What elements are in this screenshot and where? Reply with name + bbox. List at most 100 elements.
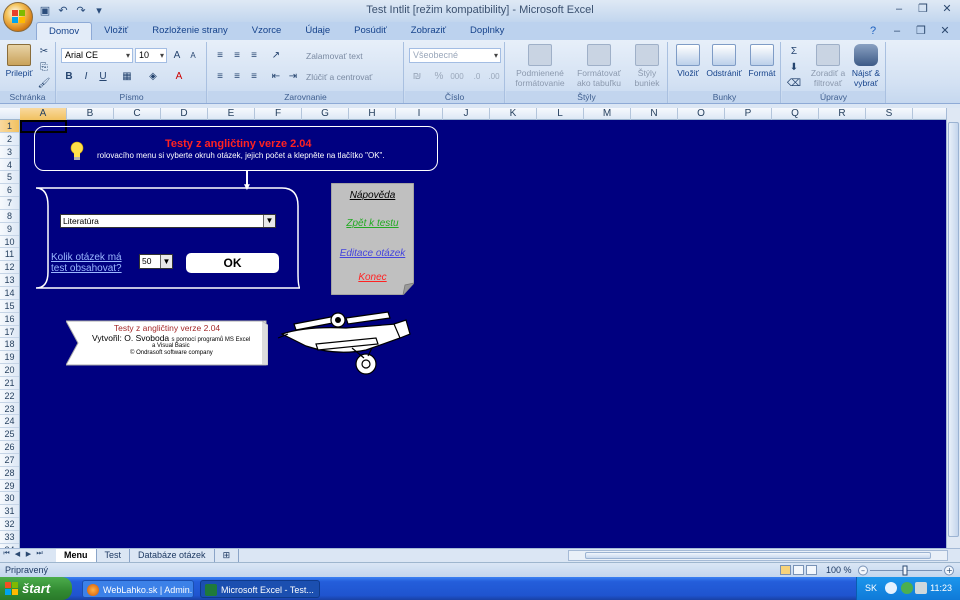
start-button[interactable]: štart	[0, 577, 72, 600]
last-sheet-icon[interactable]: ⏭	[35, 550, 44, 558]
question-count-select[interactable]: 50 ▼	[139, 254, 173, 269]
percent-icon[interactable]: %	[431, 69, 447, 84]
row-header-22[interactable]: 22	[0, 390, 19, 403]
row-header-3[interactable]: 3	[0, 146, 19, 159]
shrink-font-icon[interactable]: A	[185, 48, 201, 63]
vertical-scrollbar[interactable]	[946, 108, 960, 548]
grow-font-icon[interactable]: A	[169, 48, 185, 63]
close-button[interactable]: ✕	[938, 2, 956, 16]
workbook-restore-button[interactable]: ❐	[912, 24, 930, 38]
taskbar-item-weblahko[interactable]: WebLahko.sk | Admin...	[82, 580, 194, 598]
help-link[interactable]: Nápověda	[331, 190, 414, 201]
tab-vzorce[interactable]: Vzorce	[240, 22, 294, 40]
row-header-25[interactable]: 25	[0, 428, 19, 442]
column-header-m[interactable]: M	[584, 108, 631, 120]
tray-back-icon[interactable]	[885, 582, 897, 594]
prev-sheet-icon[interactable]: ◀	[13, 550, 22, 558]
row-header-29[interactable]: 29	[0, 480, 19, 493]
row-header-21[interactable]: 21	[0, 377, 19, 390]
row-header-20[interactable]: 20	[0, 364, 19, 377]
column-header-k[interactable]: K	[490, 108, 537, 120]
tray-app-icon[interactable]	[901, 582, 913, 594]
end-link[interactable]: Konec	[331, 272, 414, 283]
row-header-1[interactable]: 1	[0, 120, 19, 133]
row-header-4[interactable]: 4	[0, 159, 19, 172]
fill-icon[interactable]: ⬇	[786, 60, 802, 75]
row-header-11[interactable]: 11	[0, 248, 19, 262]
orientation-icon[interactable]: ↗	[268, 48, 284, 63]
column-header-n[interactable]: N	[631, 108, 678, 120]
tray-display-icon[interactable]	[915, 582, 927, 594]
page-layout-view-icon[interactable]	[793, 565, 804, 575]
topic-select[interactable]: Literatúra ▼	[60, 214, 276, 228]
row-header-12[interactable]: 12	[0, 261, 19, 275]
row-header-9[interactable]: 9	[0, 223, 19, 236]
row-header-28[interactable]: 28	[0, 467, 19, 480]
column-header-o[interactable]: O	[678, 108, 725, 120]
delete-cells-button[interactable]: Odstrániť	[705, 44, 743, 78]
next-sheet-icon[interactable]: ▶	[24, 550, 33, 558]
horizontal-scroll-thumb[interactable]	[585, 552, 931, 559]
row-header-31[interactable]: 31	[0, 505, 19, 519]
row-header-26[interactable]: 26	[0, 441, 19, 454]
font-color-icon[interactable]: A	[171, 69, 187, 84]
row-header-2[interactable]: 2	[0, 133, 19, 146]
vertical-scroll-thumb[interactable]	[948, 122, 959, 537]
column-header-g[interactable]: G	[302, 108, 349, 120]
align-left-icon[interactable]: ≡	[212, 69, 228, 84]
align-bottom-icon[interactable]: ≡	[246, 48, 262, 63]
help-icon[interactable]: ?	[864, 24, 882, 38]
row-header-17[interactable]: 17	[0, 326, 19, 339]
row-header-16[interactable]: 16	[0, 313, 19, 326]
row-header-14[interactable]: 14	[0, 287, 19, 300]
font-name-select[interactable]: Arial CE	[61, 48, 133, 63]
align-right-icon[interactable]: ≡	[246, 69, 262, 84]
tab-vlozit[interactable]: Vložiť	[92, 22, 140, 40]
column-header-l[interactable]: L	[537, 108, 584, 120]
increase-indent-icon[interactable]: ⇥	[285, 69, 301, 84]
format-cells-button[interactable]: Formát	[745, 44, 779, 78]
tab-zobrazit[interactable]: Zobraziť	[399, 22, 458, 40]
number-format-select[interactable]: Všeobecné	[409, 48, 501, 63]
column-header-r[interactable]: R	[819, 108, 866, 120]
sheet-tab-menu[interactable]: Menu	[56, 549, 97, 562]
ok-button[interactable]: OK	[186, 253, 279, 273]
column-header-d[interactable]: D	[161, 108, 208, 120]
sheet-tab-test[interactable]: Test	[97, 549, 131, 562]
underline-icon[interactable]: U	[95, 69, 111, 84]
row-header-5[interactable]: 5	[0, 171, 19, 185]
column-header-e[interactable]: E	[208, 108, 255, 120]
align-top-icon[interactable]: ≡	[212, 48, 228, 63]
column-header-p[interactable]: P	[725, 108, 772, 120]
fill-color-icon[interactable]: ◈	[145, 69, 161, 84]
row-header-18[interactable]: 18	[0, 338, 19, 352]
zoom-level[interactable]: 100 %	[826, 565, 852, 575]
tab-posudit[interactable]: Posúdiť	[342, 22, 399, 40]
language-indicator[interactable]: SK	[865, 583, 877, 593]
column-header-b[interactable]: B	[67, 108, 114, 120]
font-size-select[interactable]: 10	[135, 48, 167, 63]
tab-udaje[interactable]: Údaje	[293, 22, 342, 40]
column-header-h[interactable]: H	[349, 108, 396, 120]
row-header-10[interactable]: 10	[0, 236, 19, 249]
column-header-s[interactable]: S	[866, 108, 913, 120]
sort-filter-button[interactable]: Zoradiť a filtrovať	[808, 44, 848, 88]
wrap-text-button[interactable]: Zalamovať text	[306, 51, 363, 61]
copy-icon[interactable]: ⎘	[36, 60, 52, 75]
bold-icon[interactable]: B	[61, 69, 77, 84]
paste-button[interactable]: Prilepiť	[3, 44, 35, 78]
row-header-8[interactable]: 8	[0, 210, 19, 223]
row-header-13[interactable]: 13	[0, 274, 19, 287]
first-sheet-icon[interactable]: ⏮	[2, 550, 11, 558]
autosum-icon[interactable]: Σ	[786, 44, 802, 59]
row-header-24[interactable]: 24	[0, 415, 19, 429]
increase-decimal-icon[interactable]: .0	[469, 69, 485, 84]
merge-center-button[interactable]: Zlúčiť a centrovať	[306, 72, 372, 82]
column-header-a[interactable]: A	[20, 108, 67, 120]
currency-icon[interactable]: ₪	[409, 69, 425, 84]
conditional-formatting-button[interactable]: Podmienené formátovanie	[510, 44, 570, 88]
sheet-tab-databaze[interactable]: Databáze otázek	[130, 549, 215, 562]
column-header-f[interactable]: F	[255, 108, 302, 120]
zoom-slider[interactable]: – +	[858, 565, 954, 576]
question-count-dropdown-arrow-icon[interactable]: ▼	[160, 255, 172, 268]
